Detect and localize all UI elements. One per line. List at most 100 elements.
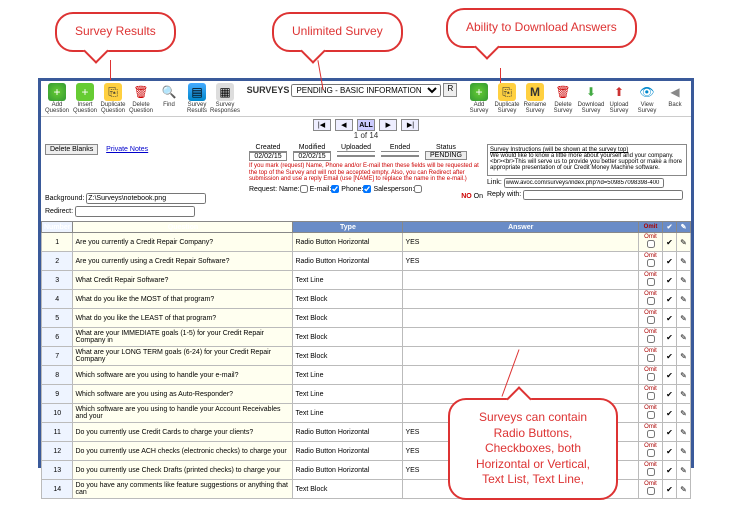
row-edit[interactable]: ✎	[677, 366, 691, 385]
row-edit[interactable]: ✎	[677, 252, 691, 271]
view-survey-icon: 👁	[638, 83, 656, 101]
duplicate-question-button[interactable]: ⎘DuplicateQuestion	[99, 83, 127, 114]
link-input[interactable]	[504, 178, 664, 188]
row-edit[interactable]: ✎	[677, 290, 691, 309]
delete-blanks-button[interactable]: Delete Blanks	[45, 144, 98, 155]
view-survey-button[interactable]: 👁ViewSurvey	[633, 83, 661, 114]
row-check[interactable]: ✔	[663, 271, 677, 290]
row-edit[interactable]: ✎	[677, 233, 691, 252]
omit-checkbox[interactable]	[647, 297, 655, 305]
row-check[interactable]: ✔	[663, 233, 677, 252]
omit-checkbox[interactable]	[647, 430, 655, 438]
omit-checkbox[interactable]	[647, 259, 655, 267]
rename-survey-button[interactable]: MRenameSurvey	[521, 83, 549, 114]
omit-checkbox[interactable]	[647, 468, 655, 476]
toolbar-label: RenameSurvey	[524, 102, 547, 114]
row-question: What are your IMMEDIATE goals (1-5) for …	[73, 328, 293, 347]
edit-icon: ✎	[680, 409, 687, 418]
omit-checkbox[interactable]	[647, 278, 655, 286]
row-check[interactable]: ✔	[663, 404, 677, 423]
omit-checkbox[interactable]	[647, 487, 655, 495]
table-row[interactable]: 3What Credit Repair Software?Text LineOm…	[42, 271, 691, 290]
table-row[interactable]: 2Are you currently using a Credit Repair…	[42, 252, 691, 271]
omit-checkbox[interactable]	[647, 354, 655, 362]
table-row[interactable]: 7What are your LONG TERM goals (6-24) fo…	[42, 347, 691, 366]
row-type: Text Line	[293, 271, 403, 290]
row-check[interactable]: ✔	[663, 328, 677, 347]
redirect-input[interactable]	[75, 206, 195, 217]
edit-icon: ✎	[680, 447, 687, 456]
duplicate-survey-button[interactable]: ⎘DuplicateSurvey	[493, 83, 521, 114]
private-notes-link[interactable]: Private Notes	[106, 146, 148, 153]
nav-prev[interactable]: ◀	[335, 119, 353, 131]
row-type: Text Line	[293, 385, 403, 404]
row-edit[interactable]: ✎	[677, 328, 691, 347]
row-check[interactable]: ✔	[663, 423, 677, 442]
row-type: Radio Button Horizontal	[293, 461, 403, 480]
row-check[interactable]: ✔	[663, 366, 677, 385]
omit-checkbox[interactable]	[647, 392, 655, 400]
row-edit[interactable]: ✎	[677, 442, 691, 461]
row-check[interactable]: ✔	[663, 442, 677, 461]
row-edit[interactable]: ✎	[677, 309, 691, 328]
nav-last[interactable]: ▶|	[401, 119, 419, 131]
row-edit[interactable]: ✎	[677, 347, 691, 366]
row-check[interactable]: ✔	[663, 461, 677, 480]
omit-checkbox[interactable]	[647, 449, 655, 457]
row-edit[interactable]: ✎	[677, 271, 691, 290]
col-answer: Answer	[403, 222, 639, 233]
find-button[interactable]: 🔍Find	[155, 83, 183, 114]
survey-responses-button[interactable]: ▦SurveyResponses	[211, 83, 239, 114]
nav-all[interactable]: ALL	[357, 119, 375, 131]
omit-checkbox[interactable]	[647, 316, 655, 324]
row-check[interactable]: ✔	[663, 252, 677, 271]
row-edit[interactable]: ✎	[677, 404, 691, 423]
background-input[interactable]	[86, 193, 206, 204]
row-edit[interactable]: ✎	[677, 385, 691, 404]
omit-checkbox[interactable]	[647, 335, 655, 343]
row-edit[interactable]: ✎	[677, 461, 691, 480]
request-phone-checkbox[interactable]	[363, 185, 371, 193]
status-value: PENDING	[425, 151, 467, 160]
add-question-button[interactable]: +AddQuestion	[43, 83, 71, 114]
nav-first[interactable]: |◀	[313, 119, 331, 131]
upload-survey-button[interactable]: ⬆UploadSurvey	[605, 83, 633, 114]
survey-results-button[interactable]: ▤SurveyResults	[183, 83, 211, 114]
request-sales-checkbox[interactable]	[414, 185, 422, 193]
table-row[interactable]: 1Are you currently a Credit Repair Compa…	[42, 233, 691, 252]
row-check[interactable]: ✔	[663, 347, 677, 366]
toolbar-label: InsertQuestion	[73, 102, 97, 114]
back-button[interactable]: ◀Back	[661, 83, 689, 114]
download-survey-button[interactable]: ⬇DownloadSurvey	[577, 83, 605, 114]
omit-checkbox[interactable]	[647, 373, 655, 381]
omit-checkbox[interactable]	[647, 411, 655, 419]
edit-icon: ✎	[680, 390, 687, 399]
survey-dropdown[interactable]: PENDING - BASIC INFORMATION [[FOR	[291, 84, 441, 97]
table-row[interactable]: 5What do you like the LEAST of that prog…	[42, 309, 691, 328]
row-question: Which software are you using to handle y…	[73, 366, 293, 385]
row-check[interactable]: ✔	[663, 480, 677, 499]
survey-instructions-box[interactable]: Survey Instructions (will be shown at th…	[487, 144, 687, 176]
table-row[interactable]: 8Which software are you using to handle …	[42, 366, 691, 385]
table-row[interactable]: 4What do you like the MOST of that progr…	[42, 290, 691, 309]
nav-next[interactable]: ▶	[379, 119, 397, 131]
edit-icon: ✎	[680, 485, 687, 494]
row-check[interactable]: ✔	[663, 385, 677, 404]
delete-question-button[interactable]: 🗑DeleteQuestion	[127, 83, 155, 114]
request-name-checkbox[interactable]	[300, 185, 308, 193]
link-label: Link:	[487, 179, 502, 186]
row-check[interactable]: ✔	[663, 309, 677, 328]
insert-question-button[interactable]: +InsertQuestion	[71, 83, 99, 114]
row-check[interactable]: ✔	[663, 290, 677, 309]
row-edit[interactable]: ✎	[677, 423, 691, 442]
delete-survey-button[interactable]: 🗑DeleteSurvey	[549, 83, 577, 114]
add-survey-button[interactable]: +AddSurvey	[465, 83, 493, 114]
omit-checkbox[interactable]	[647, 240, 655, 248]
request-email-checkbox[interactable]	[331, 185, 339, 193]
row-edit[interactable]: ✎	[677, 480, 691, 499]
table-row[interactable]: 6What are your IMMEDIATE goals (1-5) for…	[42, 328, 691, 347]
reply-input[interactable]	[523, 190, 683, 200]
r-button[interactable]: R	[443, 83, 457, 97]
check-icon: ✔	[666, 485, 673, 494]
leader-line	[110, 60, 111, 80]
